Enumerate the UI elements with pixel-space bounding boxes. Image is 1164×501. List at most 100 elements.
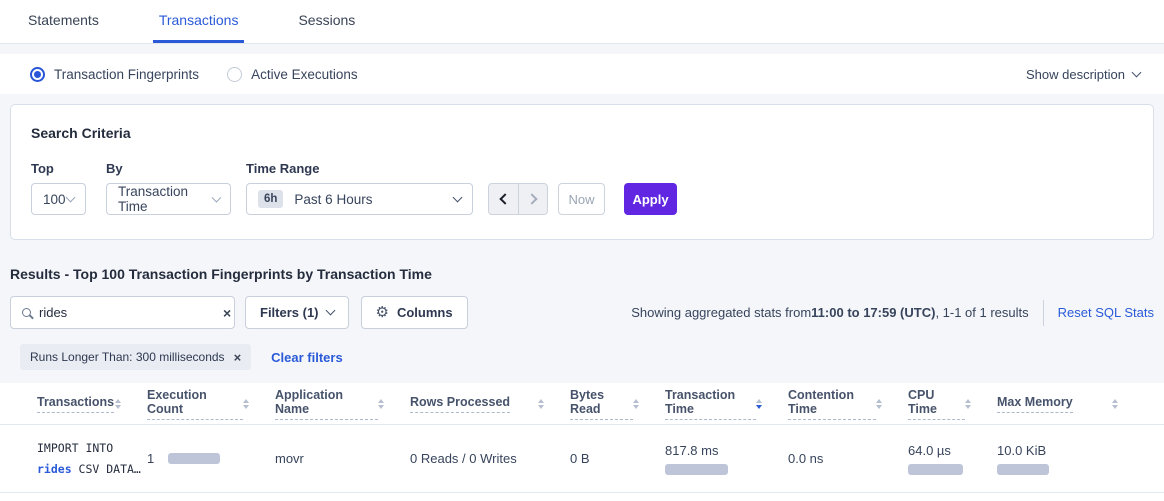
chevron-right-icon [526,193,537,204]
transaction-sql-line2: rides CSV DATA… [37,459,121,480]
chevron-down-icon [66,192,76,202]
filter-chip: Runs Longer Than: 300 milliseconds × [20,344,251,370]
sort-icon[interactable] [1112,399,1118,409]
application-name-value: movr [275,451,304,466]
cpu-time-bar [908,464,963,475]
sort-icon[interactable] [876,399,882,409]
cell-transaction-time: 817.8 ms [665,443,788,475]
stats-time-range: 11:00 to 17:59 (UTC) [811,305,935,320]
column-label: Max Memory [997,395,1073,413]
active-filters-row: Runs Longer Than: 300 milliseconds × Cle… [20,344,1154,370]
column-header-rows-processed[interactable]: Rows Processed [410,395,570,413]
column-label: Application Name [275,388,378,420]
now-button[interactable]: Now [558,183,605,215]
cell-rows-processed: 0 Reads / 0 Writes [410,451,570,466]
clear-filters-link[interactable]: Clear filters [271,350,343,365]
transaction-time-value: 817.8 ms [665,443,762,458]
results-toolbar: × Filters (1) ⚙ Columns Showing aggregat… [10,296,1154,329]
search-icon [22,308,31,317]
stats-suffix: , 1-1 of 1 results [935,305,1028,320]
show-description-label: Show description [1026,67,1125,82]
execution-count-bar [168,453,220,464]
chevron-down-icon [325,306,335,316]
cell-transaction-fingerprint: IMPORT INTO rides CSV DATA… [37,438,147,479]
radio-label: Transaction Fingerprints [54,67,199,82]
view-toggle-bar: Transaction Fingerprints Active Executio… [0,54,1164,94]
chevron-down-icon [453,192,463,202]
column-label: Transactions [37,395,114,413]
filters-button[interactable]: Filters (1) [245,296,349,329]
top-select-value: 100 [43,192,66,207]
tab-sessions[interactable]: Sessions [292,0,361,43]
vertical-divider [1043,300,1044,326]
column-label: CPU Time [908,388,965,420]
search-criteria-card: Search Criteria Top 100 By Transaction T… [10,104,1154,240]
column-header-transactions[interactable]: Transactions [37,395,147,413]
radio-selected-icon [30,67,45,82]
radio-unselected-icon [227,67,242,82]
cell-execution-count: 1 [147,451,275,466]
results-heading: Results - Top 100 Transaction Fingerprin… [10,266,1154,282]
column-header-bytes-read[interactable]: Bytes Read [570,388,665,420]
top-label: Top [31,161,106,176]
cell-cpu-time: 64.0 µs [908,443,997,475]
column-header-contention-time[interactable]: Contention Time [788,388,908,420]
cpu-time-value: 64.0 µs [908,443,971,458]
table-header-row: Transactions Execution Count Application… [0,383,1164,425]
bytes-read-value: 0 B [570,451,590,466]
search-criteria-title: Search Criteria [31,125,1133,141]
reset-sql-stats-link[interactable]: Reset SQL Stats [1058,305,1154,320]
column-label: Bytes Read [570,388,633,420]
rows-processed-value: 0 Reads / 0 Writes [410,451,517,466]
sort-icon[interactable] [756,399,762,409]
time-range-value: Past 6 Hours [294,192,372,207]
sort-icon[interactable] [965,399,971,409]
chevron-down-icon [1132,67,1142,77]
cell-bytes-read: 0 B [570,451,665,466]
cell-max-memory: 10.0 KiB [997,443,1144,475]
show-description-toggle[interactable]: Show description [1026,67,1140,82]
search-box: × [10,296,235,329]
by-select[interactable]: Transaction Time [106,183,231,215]
time-range-badge: 6h [258,190,283,208]
contention-time-value: 0.0 ns [788,451,823,466]
sort-icon[interactable] [378,399,384,409]
max-memory-value: 10.0 KiB [997,443,1118,458]
max-memory-bar [997,464,1049,475]
column-header-execution-count[interactable]: Execution Count [147,388,275,420]
stats-prefix: Showing aggregated stats from [631,305,811,320]
column-header-application-name[interactable]: Application Name [275,388,410,420]
column-header-transaction-time[interactable]: Transaction Time [665,388,788,420]
remove-filter-icon[interactable]: × [234,351,242,364]
time-window-arrows [488,183,548,215]
search-input[interactable] [39,305,215,320]
radio-transaction-fingerprints[interactable]: Transaction Fingerprints [30,67,199,82]
top-select[interactable]: 100 [31,183,86,215]
filter-chip-label: Runs Longer Than: 300 milliseconds [30,350,225,364]
tab-statements[interactable]: Statements [22,0,105,43]
cell-application-name: movr [275,451,410,466]
time-range-select[interactable]: 6h Past 6 Hours [246,183,473,215]
next-time-window-button[interactable] [518,184,547,214]
transaction-link[interactable]: rides [37,462,72,476]
execution-count-value: 1 [147,451,154,466]
column-header-cpu-time[interactable]: CPU Time [908,388,997,420]
column-label: Contention Time [788,388,876,420]
tab-transactions[interactable]: Transactions [153,0,245,43]
sort-icon[interactable] [243,399,249,409]
sort-icon[interactable] [538,399,544,409]
previous-time-window-button[interactable] [489,184,518,214]
apply-button[interactable]: Apply [624,183,677,215]
by-select-value: Transaction Time [118,184,213,214]
by-label: By [106,161,246,176]
cell-contention-time: 0.0 ns [788,451,908,466]
columns-button[interactable]: ⚙ Columns [361,296,468,329]
column-label: Execution Count [147,388,243,420]
clear-search-icon[interactable]: × [223,306,231,320]
sort-icon[interactable] [633,399,639,409]
column-header-max-memory[interactable]: Max Memory [997,395,1144,413]
sort-icon[interactable] [115,399,121,409]
radio-active-executions[interactable]: Active Executions [227,67,358,82]
filters-button-label: Filters (1) [260,305,319,320]
radio-label: Active Executions [251,67,358,82]
